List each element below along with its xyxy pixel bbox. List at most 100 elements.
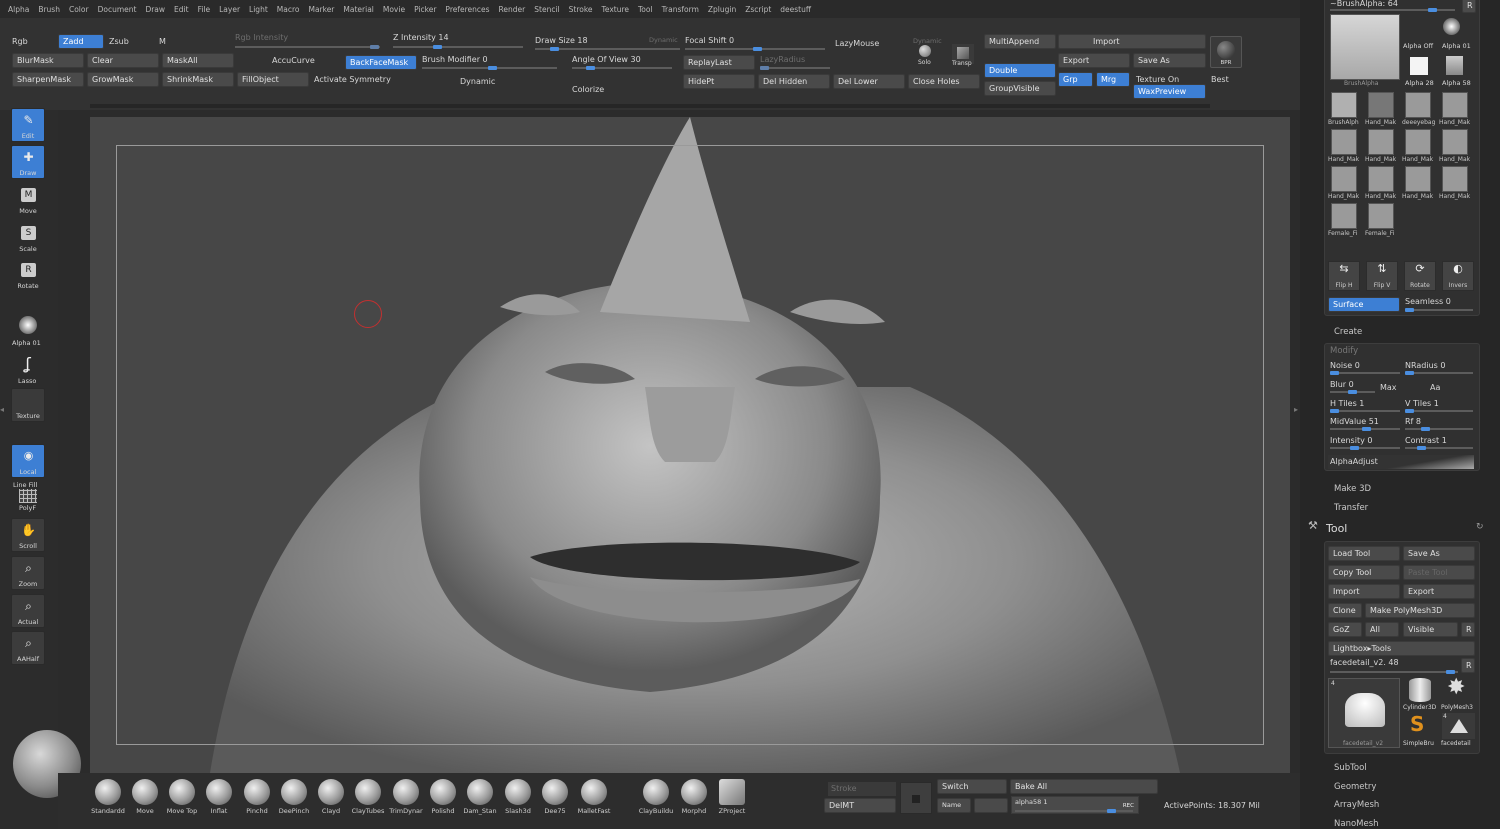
alpha-thumb[interactable] bbox=[1442, 129, 1468, 155]
menu-item-alpha[interactable]: Alpha bbox=[8, 5, 29, 14]
focal-shift-slider[interactable]: Focal Shift 0 bbox=[685, 36, 734, 45]
move-button[interactable]: M Move bbox=[11, 183, 45, 217]
alpha-thumb[interactable] bbox=[1442, 166, 1468, 192]
brush-dam_stan[interactable]: Dam_Stan bbox=[462, 779, 498, 815]
import-button[interactable]: Import bbox=[1058, 34, 1206, 49]
midvalue-slider[interactable]: MidValue 51 bbox=[1330, 417, 1379, 426]
tool-r-button[interactable]: R bbox=[1461, 658, 1475, 673]
brush-standardd[interactable]: Standardd bbox=[90, 779, 126, 815]
alpha-thumb[interactable] bbox=[1442, 92, 1468, 118]
local-button[interactable]: ◉ Local bbox=[11, 444, 45, 478]
alpha-thumb[interactable] bbox=[1405, 166, 1431, 192]
menu-item-stroke[interactable]: Stroke bbox=[569, 5, 593, 14]
max-toggle[interactable]: Max bbox=[1380, 383, 1397, 392]
zoom-button[interactable]: ⌕ Zoom bbox=[11, 556, 45, 590]
menu-item-edit[interactable]: Edit bbox=[174, 5, 189, 14]
brush-dee75[interactable]: Dee75 bbox=[537, 779, 573, 815]
maskall-button[interactable]: MaskAll bbox=[162, 53, 234, 68]
draw-button[interactable]: ✚ Draw bbox=[11, 145, 45, 179]
solo-icon[interactable] bbox=[916, 45, 934, 59]
menu-item-texture[interactable]: Texture bbox=[602, 5, 629, 14]
menu-item-document[interactable]: Document bbox=[98, 5, 137, 14]
current-tool-thumb[interactable]: 4 facedetail_v2 bbox=[1328, 678, 1400, 748]
tool-export-button[interactable]: Export bbox=[1403, 584, 1475, 599]
shrinkmask-button[interactable]: ShrinkMask bbox=[162, 72, 234, 87]
alpha-off-label[interactable]: Alpha Off bbox=[1403, 42, 1433, 50]
document-canvas[interactable] bbox=[90, 117, 1290, 773]
lasso-icon[interactable]: ʆ bbox=[19, 354, 37, 374]
geometry-section[interactable]: Geometry bbox=[1334, 782, 1376, 792]
h-tiles-slider[interactable]: H Tiles 1 bbox=[1330, 399, 1364, 408]
nradius-slider[interactable]: NRadius 0 bbox=[1405, 361, 1445, 370]
best-button[interactable]: Best bbox=[1211, 75, 1229, 84]
groupvisible-toggle[interactable]: GroupVisible bbox=[984, 81, 1056, 96]
current-alpha-preview[interactable] bbox=[1330, 14, 1400, 80]
invers-button[interactable]: ◐ Invers bbox=[1442, 261, 1474, 291]
alpha-58-label[interactable]: Alpha 58 bbox=[1442, 79, 1471, 87]
menu-item-picker[interactable]: Picker bbox=[414, 5, 436, 14]
texture-button[interactable]: Texture bbox=[11, 388, 45, 422]
intensity-slider[interactable]: Intensity 0 bbox=[1330, 436, 1372, 445]
bake-all-button[interactable]: Bake All bbox=[1010, 779, 1158, 794]
menu-item-file[interactable]: File bbox=[198, 5, 211, 14]
brush-pinchd[interactable]: Pinchd bbox=[239, 779, 275, 815]
alpha-28-label[interactable]: Alpha 28 bbox=[1405, 79, 1434, 87]
menu-item-preferences[interactable]: Preferences bbox=[445, 5, 489, 14]
modify-section[interactable]: Modify bbox=[1330, 346, 1358, 356]
brush-deepinch[interactable]: DeePinch bbox=[276, 779, 312, 815]
alpha-thumb[interactable] bbox=[1368, 92, 1394, 118]
right-tray-arrow-icon[interactable]: ▸ bbox=[1294, 405, 1300, 419]
alpha-r-button[interactable]: R bbox=[1462, 0, 1476, 13]
fillobject-button[interactable]: FillObject bbox=[237, 72, 309, 87]
brush-claybuildu[interactable]: ClayBuildu bbox=[638, 779, 674, 815]
delmt-button[interactable]: DelMT bbox=[824, 798, 896, 813]
simplebrush-icon[interactable]: S bbox=[1410, 712, 1424, 736]
dynamic-size-toggle[interactable]: Dynamic bbox=[649, 36, 678, 44]
menu-item-zplugin[interactable]: Zplugin bbox=[708, 5, 736, 14]
brush-clayd[interactable]: Clayd bbox=[313, 779, 349, 815]
tool-save-as-button[interactable]: Save As bbox=[1403, 546, 1475, 561]
dynamic-persp-toggle[interactable]: Dynamic bbox=[913, 37, 942, 45]
make-polymesh-button[interactable]: Make PolyMesh3D bbox=[1365, 603, 1475, 618]
polyf-icon[interactable] bbox=[19, 489, 37, 503]
rotate-alpha-button[interactable]: ⟳ Rotate bbox=[1404, 261, 1436, 291]
waxpreview-toggle[interactable]: WaxPreview bbox=[1133, 84, 1206, 99]
brush-move top[interactable]: Move Top bbox=[164, 779, 200, 815]
export-button[interactable]: Export bbox=[1058, 53, 1130, 68]
switch-button[interactable]: Switch bbox=[937, 779, 1007, 794]
goz-r-button[interactable]: R bbox=[1461, 622, 1475, 637]
menu-item-transform[interactable]: Transform bbox=[662, 5, 699, 14]
alpha-58-icon[interactable] bbox=[1446, 56, 1463, 75]
alpha-01-icon[interactable] bbox=[1443, 18, 1460, 35]
alpha-thumb[interactable] bbox=[1368, 129, 1394, 155]
brush-modifier-slider[interactable]: Brush Modifier 0 bbox=[422, 55, 488, 64]
left-tray-arrow-icon[interactable]: ◂ bbox=[0, 405, 5, 419]
menu-item-marker[interactable]: Marker bbox=[308, 5, 334, 14]
growmask-button[interactable]: GrowMask bbox=[87, 72, 159, 87]
draw-size-slider[interactable]: Draw Size 18 bbox=[535, 36, 588, 45]
alpha-icon[interactable] bbox=[19, 316, 37, 334]
save-as-button[interactable]: Save As bbox=[1133, 53, 1206, 68]
alpha-thumb[interactable] bbox=[1405, 92, 1431, 118]
scroll-button[interactable]: ✋ Scroll bbox=[11, 518, 45, 552]
alpha-thumb[interactable] bbox=[1405, 129, 1431, 155]
lightbox-tools-button[interactable]: Lightbox▸Tools bbox=[1328, 641, 1475, 656]
tool-import-button[interactable]: Import bbox=[1328, 584, 1400, 599]
alphaadjust-curve[interactable]: AlphaAdjust bbox=[1328, 455, 1474, 469]
actual-button[interactable]: ⌕ Actual bbox=[11, 594, 45, 628]
brush-zproject[interactable]: ZProject bbox=[714, 779, 750, 815]
menu-item-macro[interactable]: Macro bbox=[277, 5, 300, 14]
all-button[interactable]: All bbox=[1365, 622, 1399, 637]
goz-button[interactable]: GoZ bbox=[1328, 622, 1362, 637]
clear-button[interactable]: Clear bbox=[87, 53, 159, 68]
menu-item-deestuff[interactable]: deestuff bbox=[780, 5, 811, 14]
hidept-button[interactable]: HidePt bbox=[683, 74, 755, 89]
alpha-thumb[interactable] bbox=[1331, 92, 1357, 118]
make3d-section[interactable]: Make 3D bbox=[1334, 484, 1371, 494]
subtool-section[interactable]: SubTool bbox=[1334, 763, 1367, 773]
m-button[interactable]: M bbox=[159, 37, 166, 46]
aahalf-button[interactable]: ⌕ AAHalf bbox=[11, 631, 45, 665]
menu-item-stencil[interactable]: Stencil bbox=[534, 5, 559, 14]
brush-morphd[interactable]: Morphd bbox=[676, 779, 712, 815]
menu-item-tool[interactable]: Tool bbox=[638, 5, 653, 14]
